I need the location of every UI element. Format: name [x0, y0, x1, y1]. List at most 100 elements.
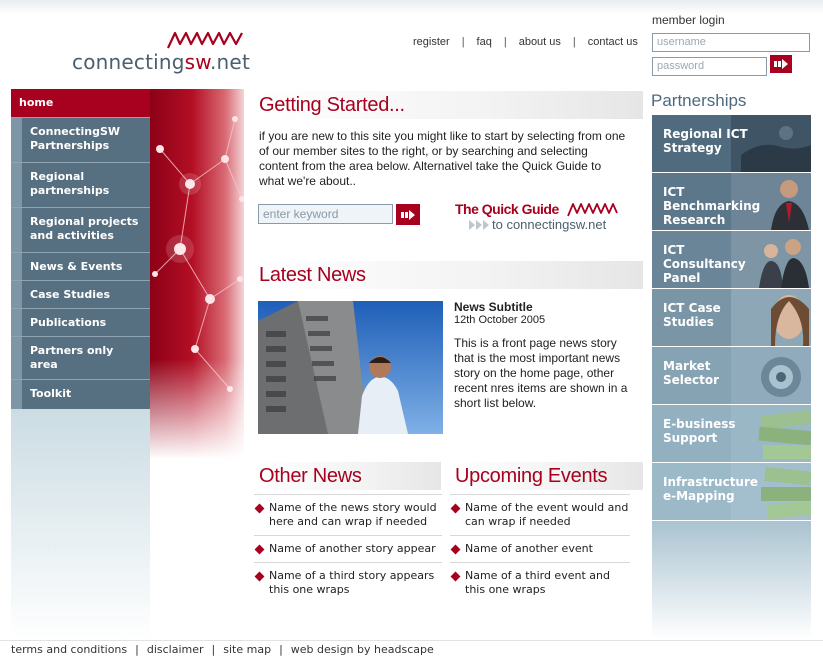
news-date: 12th October 2005: [454, 314, 546, 326]
bullet-icon: [450, 571, 461, 582]
username-field[interactable]: username: [652, 33, 810, 52]
nav-item-case-studies[interactable]: Case Studies: [11, 280, 150, 308]
footer-terms-link[interactable]: terms and conditions: [11, 643, 127, 656]
list-item-text: Name of a third event and this one wraps: [465, 569, 610, 596]
list-item[interactable]: Name of the event would and can wrap if …: [450, 494, 630, 536]
topnav-contact-link[interactable]: contact us: [588, 36, 638, 48]
partnership-ict-case-studies[interactable]: ICT Case Studies: [652, 289, 811, 346]
other-news-heading: Other News: [253, 462, 441, 490]
partnership-infrastructure-mapping[interactable]: Infrastructure e-Mapping: [652, 463, 811, 520]
top-band: [0, 0, 823, 14]
partnership-label: Infrastructure e-Mapping: [663, 475, 759, 503]
topnav-faq-link[interactable]: faq: [477, 36, 492, 48]
footer-sitemap-link[interactable]: site map: [223, 643, 271, 656]
list-item[interactable]: Name of the news story would here and ca…: [254, 494, 442, 536]
partnership-ict-consultancy[interactable]: ICT Consultancy Panel: [652, 231, 811, 288]
nav-item-label: News & Events: [30, 260, 123, 273]
list-item[interactable]: Name of another event: [450, 536, 630, 563]
topnav-about-link[interactable]: about us: [519, 36, 561, 48]
bullet-icon: [450, 503, 461, 514]
list-item-text: Name of a third story appears this one w…: [269, 569, 435, 596]
partnership-label: Market Selector: [663, 359, 720, 387]
nav-item-news-events[interactable]: News & Events: [11, 252, 150, 280]
nav-item-connectingsw-partnerships[interactable]: ConnectingSW Partnerships: [11, 117, 150, 162]
keyword-search-button[interactable]: [396, 204, 420, 225]
partnership-ict-benchmarking[interactable]: ICT Benchmarking Research: [652, 173, 811, 230]
getting-started-text: if you are new to this site you might li…: [259, 129, 626, 188]
decorative-network-panel: [150, 89, 244, 459]
list-item-text: Name of the news story would here and ca…: [269, 501, 437, 528]
partnership-market-selector[interactable]: Market Selector: [652, 347, 811, 404]
nav-item-label: ConnectingSW Partnerships: [30, 125, 121, 152]
partnership-e-business-support[interactable]: E-business Support: [652, 405, 811, 462]
left-nav-background: [11, 402, 150, 640]
partnerships-fade: [652, 521, 811, 639]
partnerships-heading: Partnerships: [651, 91, 747, 110]
logo-text: connectingsw.net: [72, 50, 250, 74]
news-photo[interactable]: [258, 301, 443, 434]
footer-separator: |: [279, 643, 283, 656]
news-subtitle[interactable]: News Subtitle: [454, 300, 533, 314]
news-body: This is a front page news story that is …: [454, 336, 628, 410]
nav-item-label: Toolkit: [30, 387, 72, 400]
building-photo-image: [258, 301, 443, 434]
partnership-label: ICT Consultancy Panel: [663, 243, 746, 285]
logo-wave-icon: [167, 31, 243, 49]
upcoming-events-heading: Upcoming Events: [449, 462, 643, 490]
footer-disclaimer-link[interactable]: disclaimer: [147, 643, 204, 656]
top-nav: register | faq | about us | contact us: [413, 36, 638, 48]
nav-item-label: Regional partnerships: [30, 170, 110, 197]
quick-guide-link[interactable]: The Quick Guide to connectingsw.net: [455, 200, 625, 235]
topnav-separator: |: [572, 36, 576, 48]
partnership-label: ICT Benchmarking Research: [663, 185, 761, 227]
arrow-right-icon: [774, 59, 788, 69]
panel-fade: [150, 359, 244, 459]
nav-item-regional-projects[interactable]: Regional projects and activities: [11, 207, 150, 252]
nav-item-label: Regional projects and activities: [30, 215, 139, 242]
list-item[interactable]: Name of another story appear: [254, 536, 442, 563]
left-login-link[interactable]: login: [34, 538, 61, 551]
site-logo[interactable]: connectingsw.net: [72, 30, 252, 78]
logo-wave-icon: [567, 203, 618, 217]
login-submit-button[interactable]: [770, 55, 792, 73]
nav-item-home[interactable]: home: [11, 89, 150, 117]
footer-separator: |: [211, 643, 216, 656]
nav-item-publications[interactable]: Publications: [11, 308, 150, 336]
nav-item-regional-partnerships[interactable]: Regional partnerships: [11, 162, 150, 207]
nav-item-label: Partners only area: [30, 344, 114, 371]
nav-item-partners-only[interactable]: Partners only area: [11, 336, 150, 379]
partnership-label: E-business Support: [663, 417, 736, 445]
bullet-icon: [254, 544, 265, 555]
arrow-right-icon: [401, 209, 415, 220]
list-item[interactable]: Name of a third story appears this one w…: [254, 563, 442, 603]
footer-credit-link[interactable]: web design by headscape: [291, 643, 434, 656]
left-nav: home ConnectingSW Partnerships Regional …: [11, 89, 150, 409]
list-item-text: Name of the event would and can wrap if …: [465, 501, 629, 528]
password-field[interactable]: password: [652, 57, 767, 76]
bullet-icon: [450, 544, 461, 555]
topnav-separator: |: [461, 36, 465, 48]
partnership-label: Regional ICT Strategy: [663, 127, 748, 155]
partnership-regional-ict-strategy[interactable]: Regional ICT Strategy: [652, 115, 811, 172]
list-item-text: Name of another event: [465, 542, 593, 555]
nav-item-label: Case Studies: [30, 288, 110, 301]
quick-guide-title: The Quick Guide: [455, 201, 559, 217]
topnav-separator: |: [503, 36, 507, 48]
bullet-icon: [254, 571, 265, 582]
list-item-text: Name of another story appear: [269, 542, 436, 555]
bullet-icon: [254, 503, 265, 514]
partnerships-list: Regional ICT Strategy ICT Benchmarking R…: [652, 115, 811, 521]
list-item[interactable]: Name of a third event and this one wraps: [450, 563, 630, 603]
upcoming-events-list: Name of the event would and can wrap if …: [450, 494, 630, 603]
nav-item-label: Publications: [30, 316, 107, 329]
quick-guide-subtitle: to connectingsw.net: [492, 217, 607, 232]
chevron-arrows-icon: [469, 220, 489, 230]
partnership-label: ICT Case Studies: [663, 301, 721, 329]
latest-news-heading: Latest News: [253, 261, 643, 289]
topnav-register-link[interactable]: register: [413, 36, 450, 48]
footer-links: terms and conditions | disclaimer | site map…: [11, 643, 434, 656]
nav-item-toolkit[interactable]: Toolkit: [11, 379, 150, 409]
keyword-search-input[interactable]: enter keyword: [258, 204, 393, 224]
footer-divider: [0, 640, 823, 641]
getting-started-heading: Getting Started...: [253, 91, 643, 119]
